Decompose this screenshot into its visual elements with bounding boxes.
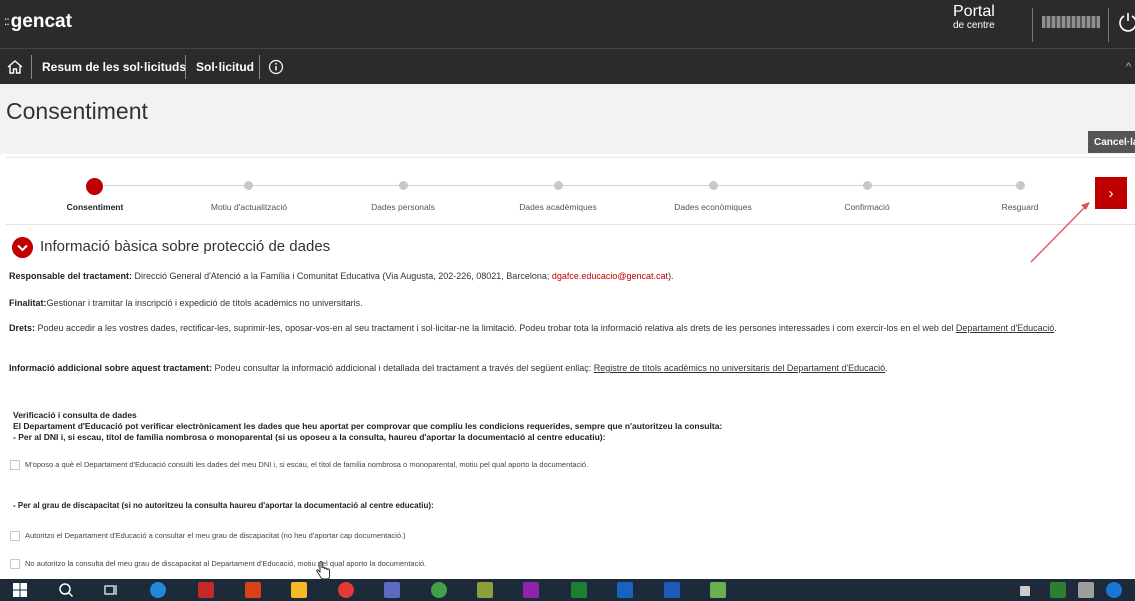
word-icon[interactable]	[664, 582, 680, 598]
portal-label: Portal de centre	[953, 4, 995, 31]
finalitat-paragraph: Finalitat:Gestionar i tramitar la inscri…	[9, 297, 1131, 310]
filezilla-icon[interactable]	[245, 582, 261, 598]
portal-subtitle: de centre	[953, 20, 995, 31]
edge-icon[interactable]	[150, 582, 166, 598]
dni-oppose-label[interactable]: M'oposo a què el Departament d'Educació …	[25, 460, 588, 469]
registre-link[interactable]: Registre de títols acadèmics no universi…	[594, 363, 885, 373]
step-dot-consentiment	[86, 178, 103, 195]
section-title: Informació bàsica sobre protecció de dad…	[40, 238, 331, 255]
brand-mark: ::	[4, 14, 10, 28]
top-header: :: gencat Portal de centre	[0, 0, 1135, 48]
gencat-logo[interactable]: :: gencat	[4, 11, 72, 33]
dni-oppose-checkbox[interactable]	[10, 460, 20, 470]
next-step-button[interactable]: ›	[1095, 177, 1127, 209]
nav-divider	[31, 55, 32, 79]
windows-start-icon[interactable]	[12, 582, 28, 598]
user-name-redacted[interactable]	[1042, 16, 1100, 28]
header-divider	[1032, 8, 1033, 42]
verification-block: Verificació i consulta de dades El Depar…	[13, 410, 1123, 443]
excel-icon[interactable]	[571, 582, 587, 598]
progress-stepper: Consentiment Motiu d'actualització Dades…	[6, 157, 1135, 225]
step-label-resguard: Resguard	[1001, 202, 1039, 212]
step-dot-dades-personals	[399, 181, 408, 190]
responsable-paragraph: Responsable del tractament: Direcció Gen…	[9, 270, 1131, 283]
tray-onedrive-icon[interactable]	[1106, 582, 1122, 598]
nav-item-sollicitud[interactable]: Sol·licitud	[196, 60, 254, 74]
step-dot-resguard	[1016, 181, 1025, 190]
info-label: Informació addicional sobre aquest tract…	[9, 363, 213, 373]
portal-title: Portal	[953, 3, 995, 20]
brand-text: gencat	[10, 11, 72, 32]
step-label-dades-personals: Dades personals	[371, 202, 435, 212]
disability-authorize-checkbox[interactable]	[10, 531, 20, 541]
drets-label: Drets:	[9, 323, 36, 333]
dni-heading: - Per al DNI i, si escau, títol de famíl…	[13, 432, 606, 442]
info-end: .	[885, 363, 888, 373]
tray-up-icon[interactable]	[1020, 586, 1030, 596]
teams-icon[interactable]	[384, 582, 400, 598]
app-icon[interactable]	[710, 582, 726, 598]
verification-intro: El Departament d'Educació pot verificar …	[13, 421, 723, 431]
os-taskbar	[0, 579, 1135, 601]
disability-heading: - Per al grau de discapacitat (si no aut…	[13, 501, 434, 510]
outlook-icon[interactable]	[617, 582, 633, 598]
notepad-icon[interactable]	[477, 582, 493, 598]
finalitat-text: Gestionar i tramitar la inscripció i exp…	[46, 298, 363, 308]
info-paragraph: Informació addicional sobre aquest tract…	[9, 362, 1131, 375]
nav-divider	[185, 55, 186, 79]
search-icon[interactable]	[58, 582, 74, 598]
power-icon[interactable]	[1117, 11, 1135, 33]
task-view-icon[interactable]	[103, 582, 119, 598]
cancel-button[interactable]: Cancel·la	[1088, 131, 1135, 153]
responsable-end: ).	[668, 271, 674, 281]
step-dot-dades-academiques	[554, 181, 563, 190]
drets-text: Podeu accedir a les vostres dades, recti…	[35, 323, 956, 333]
step-label-dades-academiques: Dades acadèmiques	[519, 202, 597, 212]
nav-divider	[259, 55, 260, 79]
step-label-consentiment: Consentiment	[66, 202, 124, 212]
tray-network-icon[interactable]	[1078, 582, 1094, 598]
main-nav: Resum de les sol·licituds Sol·licitud ^	[0, 48, 1135, 84]
disability-deny-checkbox[interactable]	[10, 559, 20, 569]
tray-app-icon[interactable]	[1050, 582, 1066, 598]
chrome-icon[interactable]	[431, 582, 447, 598]
hand-cursor-icon	[316, 561, 330, 580]
disability-deny-label[interactable]: No autoritzo la consulta del meu grau de…	[25, 559, 426, 568]
info-text: Podeu consultar la informació addicional…	[212, 363, 594, 373]
file-explorer-icon[interactable]	[291, 582, 307, 598]
step-dot-dades-economiques	[709, 181, 718, 190]
info-icon[interactable]	[268, 59, 284, 75]
disability-authorize-label[interactable]: Autoritzo el Departament d'Educació a co…	[25, 531, 406, 540]
step-label-dades-economiques: Dades econòmiques	[674, 202, 752, 212]
departament-link[interactable]: Departament d'Educació	[956, 323, 1054, 333]
step-dot-motiu	[244, 181, 253, 190]
drets-paragraph: Drets: Podeu accedir a les vostres dades…	[9, 322, 1131, 335]
step-dot-confirmacio	[863, 181, 872, 190]
chevron-down-icon[interactable]	[12, 237, 33, 258]
email-link[interactable]: dgafce.educacio@gencat.cat	[552, 271, 668, 281]
verification-title: Verificació i consulta de dades	[13, 410, 137, 420]
page-title: Consentiment	[6, 98, 148, 124]
nav-item-resum[interactable]: Resum de les sol·licituds	[42, 60, 186, 74]
step-label-motiu: Motiu d'actualització	[210, 202, 288, 212]
responsable-text: Direcció General d'Atenció a la Família …	[132, 271, 552, 281]
home-icon[interactable]	[6, 58, 24, 76]
header-divider	[1108, 8, 1109, 42]
step-label-confirmacio: Confirmació	[844, 202, 890, 212]
app-icon[interactable]	[338, 582, 354, 598]
finalitat-label: Finalitat:	[9, 298, 47, 308]
page-title-bar: Consentiment	[0, 84, 1135, 154]
responsable-label: Responsable del tractament:	[9, 271, 133, 281]
drets-end: .	[1054, 323, 1057, 333]
app-icon[interactable]	[523, 582, 539, 598]
acrobat-icon[interactable]	[198, 582, 214, 598]
collapse-caret-icon[interactable]: ^	[1126, 61, 1131, 73]
